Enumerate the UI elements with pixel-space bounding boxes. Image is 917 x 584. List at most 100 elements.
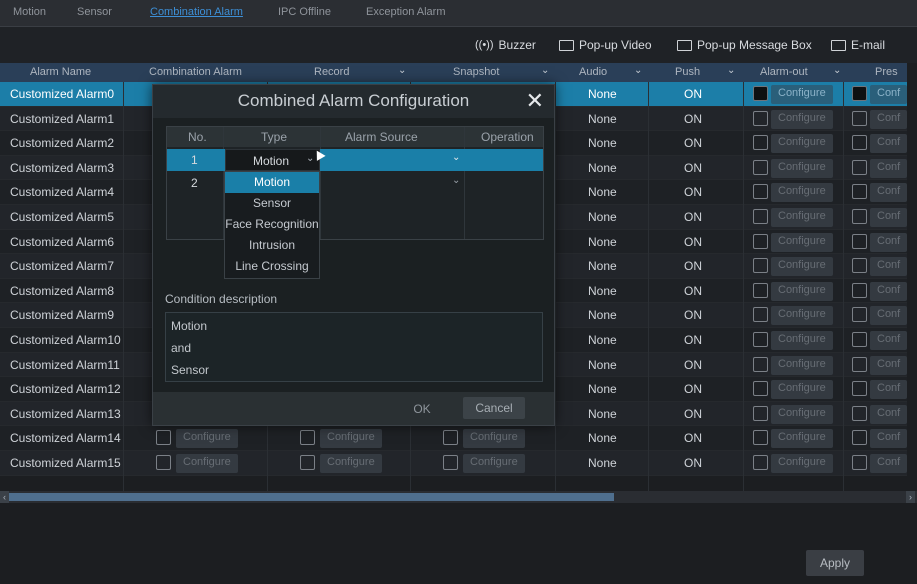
configure-button[interactable]: Conf	[870, 429, 907, 449]
configure-button[interactable]: Configure	[771, 232, 833, 252]
alarm-out-checkbox[interactable]	[753, 282, 768, 298]
chevron-down-icon[interactable]: ⌄	[541, 65, 549, 76]
tab-motion[interactable]: Motion	[13, 6, 46, 18]
configure-button[interactable]: Configure	[771, 134, 833, 154]
configure-button[interactable]: Configure	[320, 429, 382, 449]
alarm-out-checkbox[interactable]	[753, 233, 768, 249]
configure-button[interactable]: Configure	[771, 355, 833, 375]
push-value[interactable]: ON	[684, 235, 702, 249]
tab-exception-alarm[interactable]: Exception Alarm	[366, 6, 445, 18]
push-value[interactable]: ON	[684, 185, 702, 199]
audio-value[interactable]: None	[588, 456, 617, 470]
alarm-out-checkbox[interactable]	[753, 332, 768, 347]
push-value[interactable]: ON	[684, 358, 702, 372]
alarm-out-checkbox[interactable]	[753, 209, 768, 224]
configure-button[interactable]: Conf	[870, 331, 907, 350]
buzzer-button[interactable]: ((•)) Buzzer	[475, 38, 536, 52]
dropdown-option-motion[interactable]: Motion	[225, 172, 319, 193]
push-value[interactable]: ON	[684, 333, 702, 347]
audio-value[interactable]: None	[588, 382, 617, 396]
configure-button[interactable]: Configure	[176, 454, 238, 473]
scroll-left-icon[interactable]: ‹	[0, 491, 9, 503]
configure-button[interactable]: Configure	[463, 454, 525, 473]
tab-sensor[interactable]: Sensor	[77, 6, 112, 18]
preset-checkbox[interactable]	[852, 356, 867, 372]
configure-button[interactable]: Conf	[870, 454, 907, 473]
tab-combination-alarm[interactable]: Combination Alarm	[150, 6, 243, 18]
audio-value[interactable]: None	[588, 210, 617, 224]
preset-checkbox[interactable]	[852, 233, 867, 249]
chevron-down-icon[interactable]: ⌄	[452, 175, 460, 186]
audio-value[interactable]: None	[588, 185, 617, 199]
preset-checkbox[interactable]	[852, 430, 867, 446]
configure-button[interactable]: Configure	[771, 306, 833, 326]
scrollbar-thumb[interactable]	[9, 493, 614, 501]
preset-checkbox[interactable]	[852, 184, 867, 200]
configure-button[interactable]: Conf	[870, 109, 907, 129]
snapshot-checkbox[interactable]	[443, 455, 458, 470]
configure-button[interactable]: Configure	[771, 281, 833, 301]
record-checkbox[interactable]	[300, 430, 315, 446]
audio-value[interactable]: None	[588, 259, 617, 273]
configure-button[interactable]: Configure	[771, 331, 833, 350]
configure-button[interactable]: Configure	[771, 404, 833, 424]
alarm-out-checkbox[interactable]	[753, 258, 768, 274]
configure-button[interactable]: Conf	[870, 158, 907, 178]
chevron-down-icon[interactable]: ⌄	[452, 152, 460, 163]
condition-row[interactable]: 1 Motion ⌄ ⌄	[167, 149, 543, 171]
tab-ipc-offline[interactable]: IPC Offline	[278, 6, 331, 18]
configure-button[interactable]: Configure	[771, 380, 833, 400]
push-value[interactable]: ON	[684, 456, 702, 470]
preset-checkbox[interactable]	[852, 135, 867, 151]
alarm-out-checkbox[interactable]	[753, 86, 768, 101]
push-value[interactable]: ON	[684, 308, 702, 322]
col-alarm-out[interactable]: Alarm-out	[760, 66, 808, 78]
preset-checkbox[interactable]	[852, 258, 867, 274]
audio-value[interactable]: None	[588, 333, 617, 347]
col-audio[interactable]: Audio	[579, 66, 607, 78]
push-value[interactable]: ON	[684, 407, 702, 421]
configure-button[interactable]: Configure	[771, 85, 833, 104]
preset-checkbox[interactable]	[852, 381, 867, 397]
audio-value[interactable]: None	[588, 112, 617, 126]
popup-video-button[interactable]: Pop-up Video	[559, 38, 652, 52]
table-row[interactable]: Customized Alarm14 Configure Configure Conf…	[0, 426, 907, 451]
preset-checkbox[interactable]	[852, 455, 867, 470]
audio-value[interactable]: None	[588, 308, 617, 322]
configure-button[interactable]: Configure	[320, 454, 382, 473]
configure-button[interactable]: Configure	[771, 257, 833, 277]
ok-button[interactable]: OK	[409, 398, 435, 420]
alarm-out-checkbox[interactable]	[753, 135, 768, 151]
preset-checkbox[interactable]	[852, 332, 867, 347]
alarm-out-checkbox[interactable]	[753, 405, 768, 421]
alarm-out-checkbox[interactable]	[753, 381, 768, 397]
configure-button[interactable]: Configure	[176, 429, 238, 449]
alarm-out-checkbox[interactable]	[753, 159, 768, 175]
push-value[interactable]: ON	[684, 210, 702, 224]
configure-button[interactable]: Conf	[870, 380, 907, 400]
configure-button[interactable]: Conf	[870, 208, 907, 227]
preset-checkbox[interactable]	[852, 282, 867, 298]
configure-button[interactable]: Configure	[771, 429, 833, 449]
col-snapshot[interactable]: Snapshot	[453, 66, 499, 78]
horizontal-scrollbar[interactable]: ‹ ›	[0, 491, 917, 503]
preset-checkbox[interactable]	[852, 110, 867, 126]
configure-button[interactable]: Configure	[771, 109, 833, 129]
push-value[interactable]: ON	[684, 431, 702, 445]
alarm-out-checkbox[interactable]	[753, 307, 768, 323]
scroll-right-icon[interactable]: ›	[906, 491, 915, 503]
preset-checkbox[interactable]	[852, 209, 867, 224]
configure-button[interactable]: Conf	[870, 257, 907, 277]
chevron-down-icon[interactable]: ⌄	[398, 65, 406, 76]
push-value[interactable]: ON	[684, 87, 702, 101]
email-button[interactable]: E-mail	[831, 38, 885, 52]
audio-value[interactable]: None	[588, 407, 617, 421]
dropdown-option-face-recognition[interactable]: Face Recognition	[225, 214, 319, 235]
audio-value[interactable]: None	[588, 161, 617, 175]
col-push[interactable]: Push	[675, 66, 700, 78]
configure-button[interactable]: Conf	[870, 183, 907, 203]
col-preset[interactable]: Pres	[875, 66, 898, 78]
snapshot-checkbox[interactable]	[443, 430, 458, 446]
alarm-out-checkbox[interactable]	[753, 184, 768, 200]
record-checkbox[interactable]	[300, 455, 315, 470]
